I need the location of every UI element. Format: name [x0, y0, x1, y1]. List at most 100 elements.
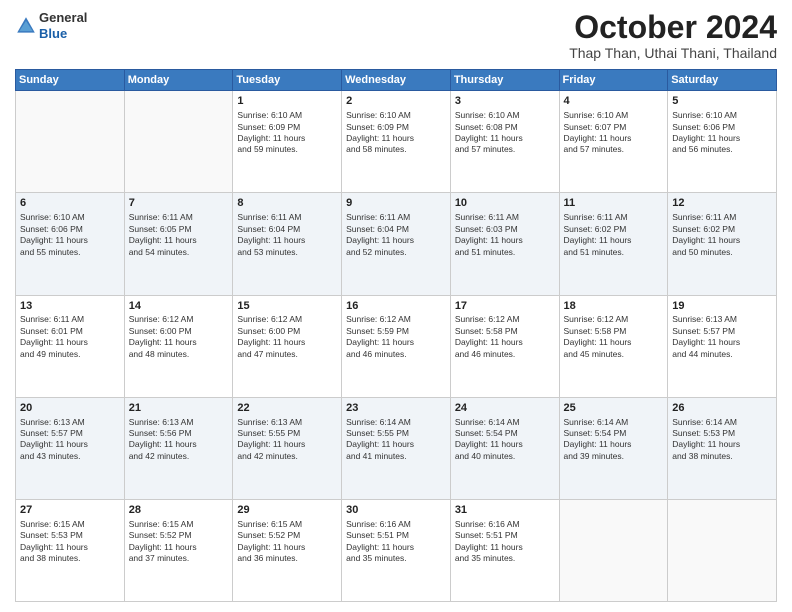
logo-icon: [15, 15, 37, 37]
day-info: Sunset: 5:51 PM: [455, 530, 555, 541]
day-info: and 59 minutes.: [237, 144, 337, 155]
day-info: Daylight: 11 hours: [20, 542, 120, 553]
day-info: and 35 minutes.: [455, 553, 555, 564]
day-info: Sunrise: 6:11 AM: [564, 212, 664, 223]
month-title: October 2024: [569, 10, 777, 45]
day-info: and 46 minutes.: [455, 349, 555, 360]
day-number: 5: [672, 94, 772, 109]
weekday-header-row: SundayMondayTuesdayWednesdayThursdayFrid…: [16, 70, 777, 91]
weekday-header-saturday: Saturday: [668, 70, 777, 91]
day-number: 2: [346, 94, 446, 109]
day-info: and 47 minutes.: [237, 349, 337, 360]
calendar-cell: 13Sunrise: 6:11 AMSunset: 6:01 PMDayligh…: [16, 295, 125, 397]
day-info: Sunrise: 6:13 AM: [20, 417, 120, 428]
day-info: and 57 minutes.: [455, 144, 555, 155]
day-info: Daylight: 11 hours: [20, 235, 120, 246]
day-info: Sunrise: 6:13 AM: [129, 417, 229, 428]
day-info: Daylight: 11 hours: [346, 542, 446, 553]
day-info: Sunset: 5:54 PM: [455, 428, 555, 439]
day-number: 1: [237, 94, 337, 109]
day-info: and 42 minutes.: [237, 451, 337, 462]
logo: General Blue: [15, 10, 87, 41]
calendar-week-row: 13Sunrise: 6:11 AMSunset: 6:01 PMDayligh…: [16, 295, 777, 397]
calendar-cell: [668, 499, 777, 601]
day-info: Daylight: 11 hours: [346, 133, 446, 144]
calendar-cell: 15Sunrise: 6:12 AMSunset: 6:00 PMDayligh…: [233, 295, 342, 397]
calendar-cell: 14Sunrise: 6:12 AMSunset: 6:00 PMDayligh…: [124, 295, 233, 397]
day-info: and 38 minutes.: [672, 451, 772, 462]
calendar-cell: 27Sunrise: 6:15 AMSunset: 5:53 PMDayligh…: [16, 499, 125, 601]
day-info: Sunset: 6:05 PM: [129, 224, 229, 235]
day-info: Sunset: 6:07 PM: [564, 122, 664, 133]
day-number: 12: [672, 196, 772, 211]
day-info: and 44 minutes.: [672, 349, 772, 360]
calendar-week-row: 6Sunrise: 6:10 AMSunset: 6:06 PMDaylight…: [16, 193, 777, 295]
day-info: and 57 minutes.: [564, 144, 664, 155]
day-info: Sunrise: 6:12 AM: [455, 314, 555, 325]
day-info: Sunset: 5:52 PM: [237, 530, 337, 541]
day-info: and 54 minutes.: [129, 247, 229, 258]
calendar-cell: 18Sunrise: 6:12 AMSunset: 5:58 PMDayligh…: [559, 295, 668, 397]
day-info: Daylight: 11 hours: [20, 439, 120, 450]
day-number: 6: [20, 196, 120, 211]
day-number: 3: [455, 94, 555, 109]
day-info: and 58 minutes.: [346, 144, 446, 155]
day-info: Daylight: 11 hours: [20, 337, 120, 348]
day-info: Sunrise: 6:10 AM: [237, 110, 337, 121]
day-number: 9: [346, 196, 446, 211]
weekday-header-thursday: Thursday: [450, 70, 559, 91]
day-number: 16: [346, 299, 446, 314]
day-info: Daylight: 11 hours: [564, 235, 664, 246]
calendar-cell: 1Sunrise: 6:10 AMSunset: 6:09 PMDaylight…: [233, 91, 342, 193]
day-info: and 50 minutes.: [672, 247, 772, 258]
calendar-cell: 6Sunrise: 6:10 AMSunset: 6:06 PMDaylight…: [16, 193, 125, 295]
day-number: 17: [455, 299, 555, 314]
calendar-cell: [124, 91, 233, 193]
calendar-cell: 10Sunrise: 6:11 AMSunset: 6:03 PMDayligh…: [450, 193, 559, 295]
calendar-cell: 20Sunrise: 6:13 AMSunset: 5:57 PMDayligh…: [16, 397, 125, 499]
day-info: and 52 minutes.: [346, 247, 446, 258]
day-info: Daylight: 11 hours: [346, 235, 446, 246]
day-info: Sunrise: 6:12 AM: [564, 314, 664, 325]
day-number: 19: [672, 299, 772, 314]
day-number: 15: [237, 299, 337, 314]
day-info: Sunrise: 6:12 AM: [129, 314, 229, 325]
day-info: Daylight: 11 hours: [455, 439, 555, 450]
day-info: and 41 minutes.: [346, 451, 446, 462]
calendar-cell: 24Sunrise: 6:14 AMSunset: 5:54 PMDayligh…: [450, 397, 559, 499]
calendar-cell: 12Sunrise: 6:11 AMSunset: 6:02 PMDayligh…: [668, 193, 777, 295]
header: General Blue October 2024 Thap Than, Uth…: [15, 10, 777, 61]
day-info: and 55 minutes.: [20, 247, 120, 258]
day-info: and 40 minutes.: [455, 451, 555, 462]
day-info: Sunset: 5:53 PM: [672, 428, 772, 439]
day-info: Daylight: 11 hours: [455, 337, 555, 348]
day-info: Sunrise: 6:12 AM: [346, 314, 446, 325]
calendar-cell: 23Sunrise: 6:14 AMSunset: 5:55 PMDayligh…: [342, 397, 451, 499]
day-info: Sunrise: 6:16 AM: [346, 519, 446, 530]
calendar-cell: 19Sunrise: 6:13 AMSunset: 5:57 PMDayligh…: [668, 295, 777, 397]
day-info: Sunset: 6:09 PM: [346, 122, 446, 133]
day-info: and 48 minutes.: [129, 349, 229, 360]
day-info: Sunset: 6:06 PM: [672, 122, 772, 133]
day-info: and 38 minutes.: [20, 553, 120, 564]
day-info: Daylight: 11 hours: [455, 133, 555, 144]
calendar-week-row: 27Sunrise: 6:15 AMSunset: 5:53 PMDayligh…: [16, 499, 777, 601]
calendar-cell: 3Sunrise: 6:10 AMSunset: 6:08 PMDaylight…: [450, 91, 559, 193]
day-number: 24: [455, 401, 555, 416]
day-info: Daylight: 11 hours: [455, 542, 555, 553]
weekday-header-sunday: Sunday: [16, 70, 125, 91]
day-info: and 37 minutes.: [129, 553, 229, 564]
day-info: and 53 minutes.: [237, 247, 337, 258]
calendar-week-row: 20Sunrise: 6:13 AMSunset: 5:57 PMDayligh…: [16, 397, 777, 499]
day-info: and 42 minutes.: [129, 451, 229, 462]
day-info: Daylight: 11 hours: [129, 542, 229, 553]
day-number: 20: [20, 401, 120, 416]
day-info: Sunset: 5:57 PM: [672, 326, 772, 337]
day-info: Daylight: 11 hours: [237, 235, 337, 246]
day-info: and 56 minutes.: [672, 144, 772, 155]
day-info: Sunset: 5:53 PM: [20, 530, 120, 541]
day-info: Sunset: 5:52 PM: [129, 530, 229, 541]
day-info: Sunset: 5:58 PM: [564, 326, 664, 337]
day-info: Daylight: 11 hours: [237, 337, 337, 348]
day-info: Sunrise: 6:13 AM: [237, 417, 337, 428]
